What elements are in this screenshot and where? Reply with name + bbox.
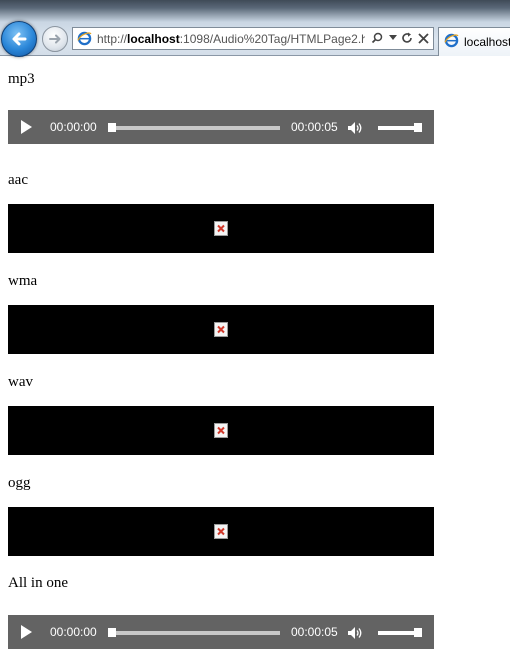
total-time: 00:00:05: [291, 625, 338, 639]
volume-handle[interactable]: [414, 628, 422, 637]
audio-player-mp3[interactable]: 00:00:00 00:00:05: [8, 110, 434, 144]
broken-media-icon: [214, 524, 228, 539]
section-label-wma: wma: [8, 273, 38, 289]
play-icon[interactable]: [18, 624, 34, 640]
address-bar[interactable]: http://localhost:1098/Audio%20Tag/HTMLPa…: [72, 27, 434, 50]
seek-bar[interactable]: [110, 631, 280, 635]
back-button[interactable]: [1, 21, 37, 57]
section-label-aac: aac: [8, 172, 28, 188]
audio-player-aac[interactable]: [8, 204, 434, 253]
forward-arrow-icon: [49, 34, 61, 44]
ie-page-icon: [444, 33, 459, 48]
audio-player-wma[interactable]: [8, 305, 434, 354]
search-icon[interactable]: [369, 30, 385, 46]
tab-label: localhost: [464, 35, 510, 49]
broken-media-icon: [214, 322, 228, 337]
section-label-all-in-one: All in one: [8, 575, 68, 591]
volume-handle[interactable]: [414, 123, 422, 132]
url-path: :1098/Audio%20Tag/HTMLPage2.h: [179, 32, 365, 46]
speaker-icon[interactable]: [347, 626, 363, 640]
volume-slider[interactable]: [378, 631, 416, 635]
forward-button[interactable]: [42, 26, 68, 52]
total-time: 00:00:05: [291, 120, 338, 134]
ie-page-icon: [77, 31, 92, 46]
section-label-ogg: ogg: [8, 475, 31, 491]
back-arrow-icon: [12, 32, 27, 46]
url-host: localhost: [127, 32, 180, 46]
section-label-wav: wav: [8, 374, 33, 390]
seek-handle[interactable]: [108, 628, 116, 637]
speaker-icon[interactable]: [347, 121, 363, 135]
broken-media-icon: [214, 423, 228, 438]
tab-localhost[interactable]: localhost: [438, 27, 510, 56]
current-time: 00:00:00: [50, 120, 97, 134]
url-scheme: http://: [97, 32, 128, 46]
browser-toolbar: http://localhost:1098/Audio%20Tag/HTMLPa…: [0, 0, 510, 57]
section-label-mp3: mp3: [8, 71, 35, 87]
seek-bar[interactable]: [110, 126, 280, 130]
audio-player-ogg[interactable]: [8, 507, 434, 556]
volume-slider[interactable]: [378, 126, 416, 130]
refresh-icon[interactable]: [399, 30, 415, 46]
seek-handle[interactable]: [108, 123, 116, 132]
audio-player-all-in-one[interactable]: 00:00:00 00:00:05: [8, 615, 434, 649]
audio-player-wav[interactable]: [8, 406, 434, 455]
play-icon[interactable]: [18, 119, 34, 135]
url-text[interactable]: http://localhost:1098/Audio%20Tag/HTMLPa…: [97, 32, 365, 46]
current-time: 00:00:00: [50, 625, 97, 639]
broken-media-icon: [214, 221, 228, 236]
close-icon[interactable]: [415, 30, 431, 46]
